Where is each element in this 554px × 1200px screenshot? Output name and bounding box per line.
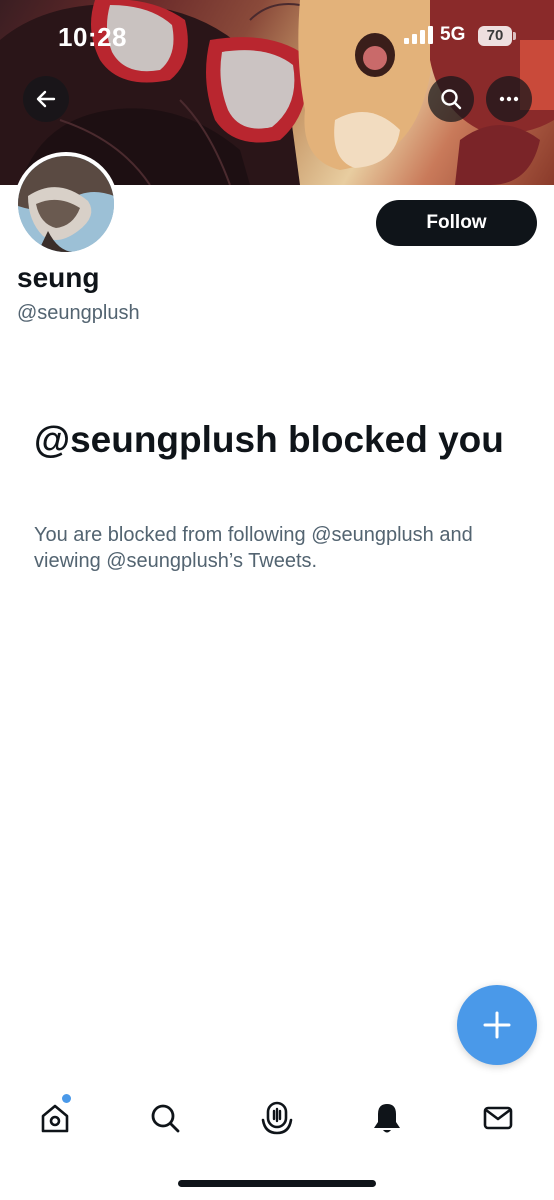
plus-icon (483, 1011, 511, 1039)
back-button[interactable] (23, 76, 69, 122)
bottom-navigation (0, 1084, 554, 1148)
profile-display-name: seung (17, 262, 100, 293)
spaces-icon (261, 1101, 293, 1135)
home-icon (41, 1104, 69, 1133)
arrow-left-icon (36, 90, 56, 108)
network-type: 5G (440, 24, 466, 45)
compose-tweet-button[interactable] (457, 985, 537, 1065)
status-time: 10:28 (58, 22, 127, 52)
follow-button[interactable]: Follow (376, 200, 537, 246)
search-icon (151, 1104, 180, 1133)
blocked-description: You are blocked from following @seungplu… (34, 524, 473, 572)
search-profile-button[interactable] (428, 76, 474, 122)
notifications-bell-icon (374, 1104, 400, 1133)
more-horizontal-icon (499, 96, 519, 102)
nav-home[interactable] (35, 1098, 75, 1138)
avatar[interactable] (14, 152, 118, 256)
search-icon (441, 89, 462, 110)
battery-indicator: 70 (478, 26, 516, 46)
nav-messages[interactable] (478, 1098, 518, 1138)
nav-spaces[interactable] (257, 1098, 297, 1138)
cellular-signal-icon (404, 26, 433, 44)
avatar-image (18, 156, 114, 252)
home-unread-dot (62, 1094, 71, 1103)
nav-search[interactable] (145, 1098, 185, 1138)
profile-handle: @seungplush (17, 302, 140, 324)
nav-notifications[interactable] (367, 1098, 407, 1138)
more-options-button[interactable] (486, 76, 532, 122)
messages-envelope-icon (483, 1106, 513, 1130)
home-indicator[interactable] (178, 1180, 376, 1187)
status-bar: 10:28 5G 70 (0, 0, 554, 70)
blocked-heading: @seungplush blocked you (34, 419, 504, 460)
